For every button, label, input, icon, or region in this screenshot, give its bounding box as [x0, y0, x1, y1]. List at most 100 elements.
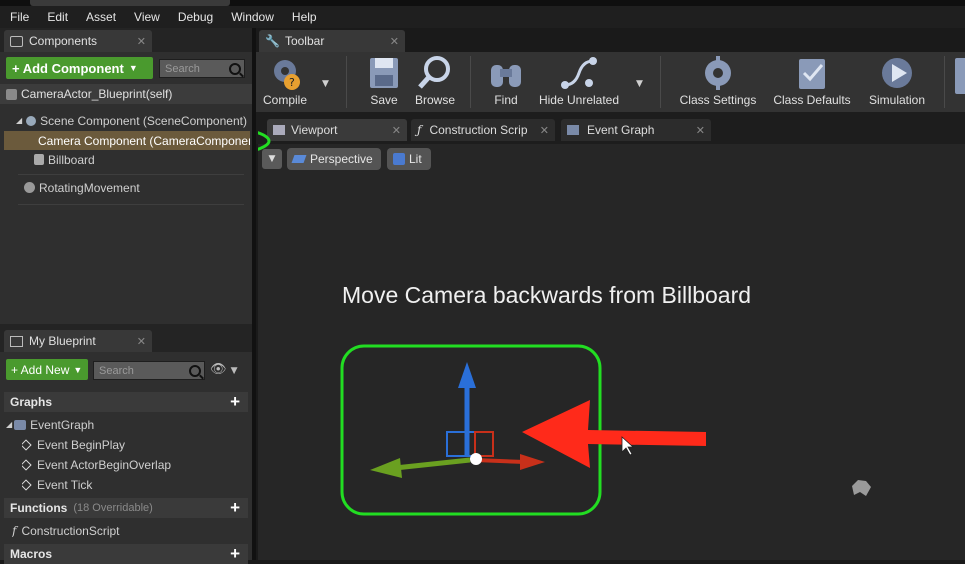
- components-tab[interactable]: Components ✕: [4, 30, 152, 52]
- chevron-down-icon: ▼: [73, 364, 83, 375]
- search-icon: [189, 364, 201, 377]
- hide-unrelated-label: Hide Unrelated: [538, 93, 620, 107]
- save-button[interactable]: Save: [362, 55, 406, 110]
- hide-unrelated-dropdown-icon[interactable]: ▼: [636, 79, 643, 89]
- toolbar-separator: [660, 56, 661, 108]
- scene-component-label: Scene Component (SceneComponent): [40, 113, 247, 128]
- menu-debug[interactable]: Debug: [169, 10, 222, 24]
- menu-view[interactable]: View: [125, 10, 169, 24]
- add-new-button[interactable]: + Add New ▼: [6, 359, 88, 380]
- magnifier-icon: [418, 56, 450, 89]
- tree-item-event-tick[interactable]: Event Tick: [22, 475, 242, 494]
- browse-label: Browse: [414, 93, 455, 107]
- menu-edit[interactable]: Edit: [38, 10, 77, 24]
- rotating-movement-label: RotatingMovement: [39, 180, 140, 195]
- toolbar-tab[interactable]: 🔧 Toolbar ✕: [259, 30, 405, 52]
- event-icon: [22, 478, 32, 491]
- graphs-label: Graphs: [10, 395, 53, 409]
- add-function-icon[interactable]: +: [230, 498, 240, 518]
- add-new-label: + Add New: [11, 362, 70, 377]
- annotation-circle: [258, 131, 271, 151]
- toolbar-separator: [470, 56, 471, 108]
- add-graph-icon[interactable]: +: [230, 392, 240, 412]
- tree-item-event-actorbeginoverlap[interactable]: Event ActorBeginOverlap: [22, 455, 242, 474]
- tree-item-camera-component[interactable]: Camera Component (CameraComponent): [4, 131, 250, 150]
- toolbar-tab-label: Toolbar: [284, 34, 325, 48]
- find-button[interactable]: Find: [484, 55, 528, 110]
- components-tab-label: Components: [29, 34, 98, 48]
- billboard-label: Billboard: [48, 152, 95, 167]
- overflow-play-icon[interactable]: [955, 58, 965, 94]
- eye-icon[interactable]: 👁 ▼: [210, 362, 240, 378]
- menu-bar: File Edit Asset View Debug Window Help: [0, 6, 965, 28]
- menu-help[interactable]: Help: [283, 10, 326, 24]
- my-blueprint-tab-label: My Blueprint: [29, 334, 96, 348]
- tree-item-scene-component[interactable]: ◢ Scene Component (SceneComponent): [16, 111, 248, 130]
- simulation-button[interactable]: Simulation: [864, 55, 930, 110]
- hide-unrelated-button[interactable]: Hide Unrelated: [536, 55, 622, 110]
- node-graph-icon: [561, 57, 597, 89]
- rotating-movement-icon: [24, 182, 35, 193]
- play-icon: [882, 58, 912, 88]
- tree-item-construction-script[interactable]: ƒ ConstructionScript: [12, 521, 248, 540]
- blueprint-search-input[interactable]: Search: [93, 361, 205, 380]
- close-icon[interactable]: ✕: [390, 35, 399, 48]
- add-component-button[interactable]: + Add Component ▼: [6, 57, 153, 79]
- class-settings-label: Class Settings: [679, 93, 757, 107]
- macros-label: Macros: [10, 547, 53, 561]
- event-icon: [22, 458, 32, 471]
- billboard-icon: [34, 154, 44, 165]
- components-search-input[interactable]: Search: [159, 59, 245, 78]
- search-placeholder: Search: [99, 364, 134, 377]
- add-component-label: + Add Component: [12, 60, 124, 76]
- camera-component-label: Camera Component (CameraComponent): [38, 133, 250, 148]
- menu-window[interactable]: Window: [222, 10, 283, 24]
- function-icon: ƒ: [12, 523, 17, 538]
- compile-dropdown-icon[interactable]: ▼: [322, 79, 329, 89]
- graph-icon: [14, 419, 27, 430]
- tree-item-event-graph[interactable]: ◢ EventGraph: [6, 415, 246, 434]
- graphs-section-header[interactable]: Graphs +: [4, 392, 248, 412]
- binoculars-icon: [491, 65, 521, 87]
- search-placeholder: Search: [165, 62, 200, 75]
- viewport-overlay: [258, 131, 871, 516]
- event-label: Event BeginPlay: [37, 437, 126, 452]
- class-defaults-label: Class Defaults: [773, 93, 851, 107]
- toolbar-separator: [944, 56, 945, 108]
- chevron-down-icon: ▼: [128, 63, 138, 73]
- scene-component-icon: [26, 115, 37, 126]
- close-icon[interactable]: ✕: [137, 335, 146, 348]
- functions-section-header[interactable]: Functions (18 Overridable) +: [4, 498, 248, 518]
- menu-asset[interactable]: Asset: [77, 10, 125, 24]
- components-icon: [10, 35, 23, 47]
- tree-item-event-beginplay[interactable]: Event BeginPlay: [22, 435, 242, 454]
- add-macro-icon[interactable]: +: [230, 544, 240, 564]
- browse-button[interactable]: Browse: [412, 55, 458, 110]
- my-blueprint-tab[interactable]: My Blueprint ✕: [4, 330, 152, 352]
- divider: [18, 174, 244, 175]
- event-icon: [22, 438, 32, 451]
- transform-gizmo[interactable]: [370, 362, 545, 478]
- tree-item-rotating-movement[interactable]: RotatingMovement: [24, 178, 244, 197]
- find-label: Find: [494, 93, 518, 107]
- svg-text:?: ?: [289, 76, 295, 89]
- checklist-icon: [799, 59, 825, 89]
- event-graph-label: EventGraph: [30, 417, 95, 432]
- macros-section-header[interactable]: Macros +: [4, 544, 248, 564]
- actor-self-row[interactable]: CameraActor_Blueprint(self): [0, 84, 252, 104]
- divider: [18, 204, 244, 205]
- gear-icon: [705, 56, 731, 90]
- compile-button[interactable]: ? Compile: [262, 55, 308, 110]
- tree-item-billboard[interactable]: Billboard: [34, 150, 234, 169]
- actor-label: CameraActor_Blueprint(self): [21, 87, 173, 101]
- class-settings-button[interactable]: Class Settings: [676, 55, 760, 110]
- compile-icon: ?: [274, 60, 300, 90]
- menu-file[interactable]: File: [0, 10, 38, 24]
- expand-arrow-icon: ◢: [16, 116, 23, 125]
- billboard-sprite-icon[interactable]: [852, 480, 871, 496]
- book-icon: [10, 335, 23, 347]
- close-icon[interactable]: ✕: [137, 35, 146, 48]
- class-defaults-button[interactable]: Class Defaults: [770, 55, 854, 110]
- wrench-icon: 🔧: [265, 34, 280, 48]
- expand-arrow-icon: ◢: [6, 420, 13, 429]
